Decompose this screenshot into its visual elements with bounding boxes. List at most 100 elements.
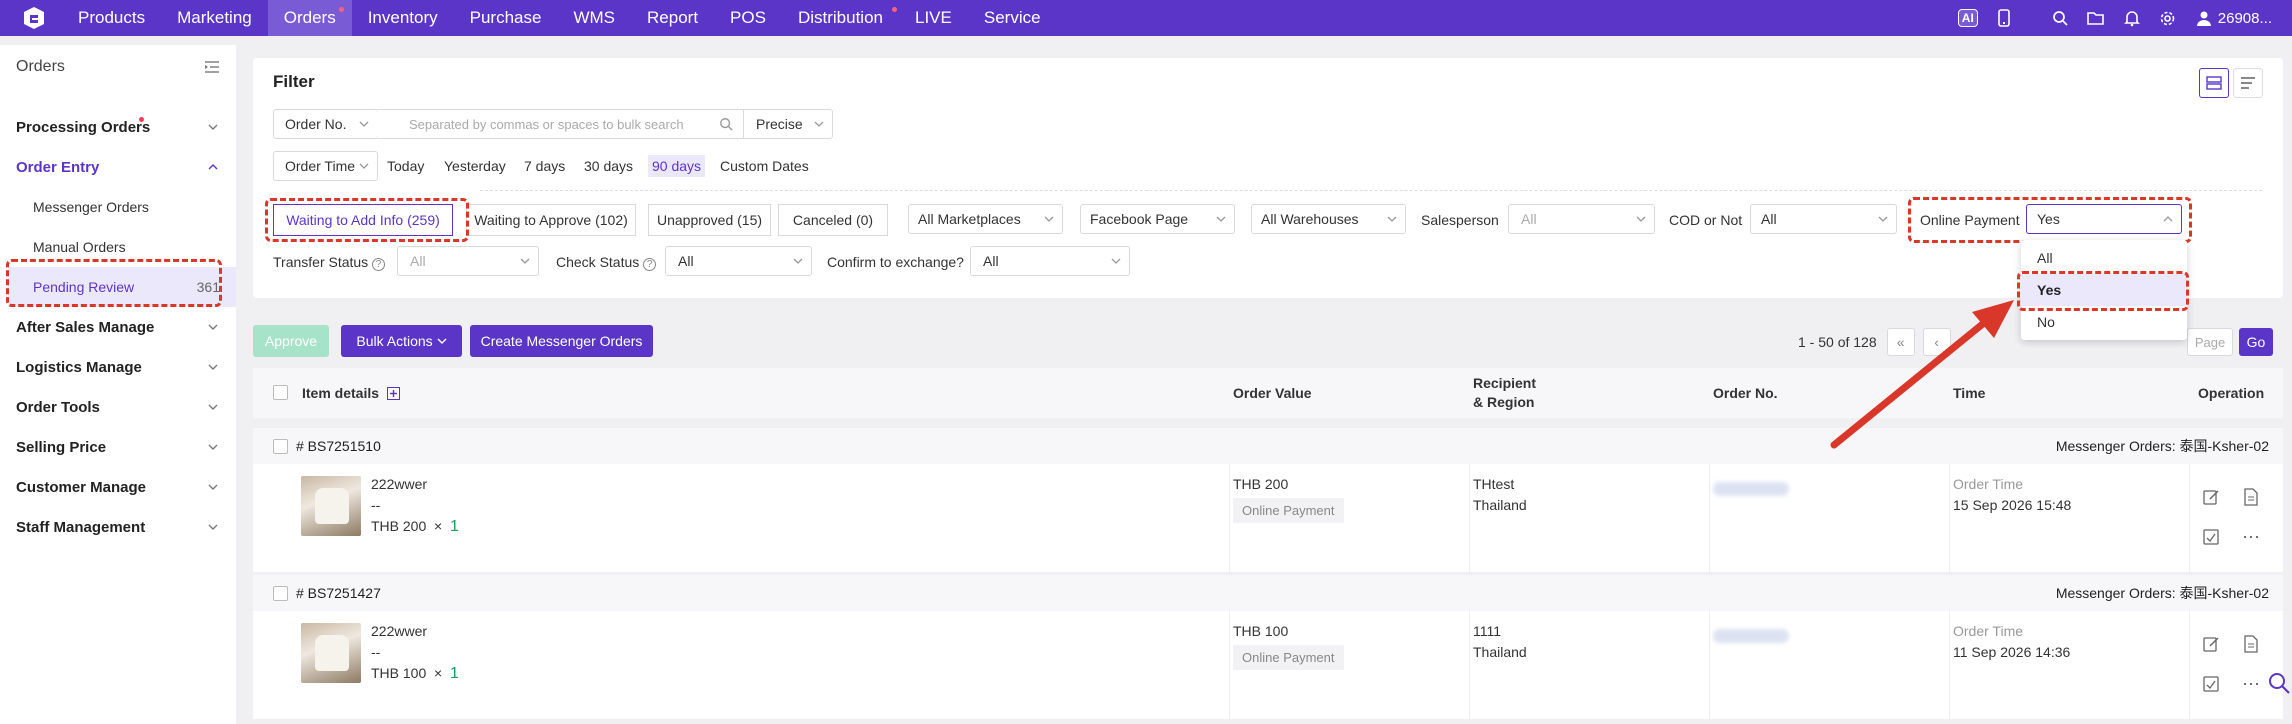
exchange-select[interactable]: All	[970, 246, 1130, 276]
product-image	[315, 488, 349, 524]
select-all-checkbox[interactable]	[273, 385, 288, 400]
sidebar-group-order-tools[interactable]: Order Tools	[0, 387, 236, 427]
sidebar-group-label: Order Entry	[16, 158, 100, 176]
gear-icon[interactable]	[2150, 0, 2186, 36]
order-search-input[interactable]: Separated by commas or spaces to bulk se…	[377, 109, 744, 139]
marketplaces-select[interactable]: All Marketplaces	[908, 204, 1063, 234]
edit-icon[interactable]	[2200, 633, 2222, 655]
facebook-page-value: Facebook Page	[1090, 211, 1189, 227]
recipient-cell: THtest Thailand	[1473, 474, 1527, 516]
quick-date-custom[interactable]: Custom Dates	[720, 158, 809, 174]
sidebar-group-label: Processing Orders	[16, 118, 151, 136]
quick-date-90-days[interactable]: 90 days	[648, 155, 706, 177]
product-thumbnail[interactable]	[301, 623, 361, 683]
salesperson-select[interactable]: All	[1508, 204, 1655, 234]
ai-assistant-icon[interactable]: AI	[1950, 0, 1986, 36]
page-input[interactable]: Page	[2187, 328, 2233, 356]
order-time-select[interactable]: Order Time	[273, 151, 378, 181]
item-info: 222wwer -- THB 100 × 1	[371, 621, 459, 684]
approve-icon[interactable]	[2200, 673, 2222, 695]
check-status-select[interactable]: All	[665, 246, 812, 276]
check-status-label: Check Status ?	[556, 254, 657, 271]
nav-pos[interactable]: POS	[714, 0, 782, 36]
precise-select[interactable]: Precise	[743, 109, 833, 139]
product-thumbnail[interactable]	[301, 476, 361, 536]
sidebar-group-logistics[interactable]: Logistics Manage	[0, 347, 236, 387]
sidebar-group-order-entry[interactable]: Order Entry	[0, 147, 236, 187]
go-button[interactable]: Go	[2239, 328, 2273, 356]
nav-purchase[interactable]: Purchase	[454, 0, 558, 36]
sidebar-group-selling-price[interactable]: Selling Price	[0, 427, 236, 467]
facebook-page-select[interactable]: Facebook Page	[1080, 204, 1235, 234]
document-icon[interactable]	[2240, 633, 2262, 655]
chevron-down-icon	[208, 524, 218, 530]
item-qty: 1	[450, 665, 459, 682]
item-qty: 1	[450, 518, 459, 535]
order-no-select[interactable]: Order No.	[273, 109, 378, 139]
warehouses-value: All Warehouses	[1261, 211, 1359, 227]
nav-wms[interactable]: WMS	[557, 0, 631, 36]
cod-select[interactable]: All	[1750, 204, 1897, 234]
collapse-sidebar-icon[interactable]	[204, 60, 220, 74]
list-view-button[interactable]	[2233, 68, 2263, 98]
col-recipient-line2: & Region	[1473, 394, 1535, 410]
bulk-actions-button[interactable]: Bulk Actions	[341, 325, 462, 357]
item-name: 222wwer	[371, 623, 428, 639]
tab-waiting-to-approve[interactable]: Waiting to Approve (102)	[466, 204, 636, 236]
approve-button[interactable]: Approve	[253, 325, 329, 357]
document-icon[interactable]	[2240, 486, 2262, 508]
nav-service[interactable]: Service	[968, 0, 1057, 36]
item-variant: --	[371, 497, 381, 513]
dropdown-option-all[interactable]: All	[2021, 242, 2187, 274]
order-checkbox[interactable]	[273, 585, 288, 601]
mobile-icon[interactable]	[1986, 0, 2022, 36]
annotation-highlight-tab	[265, 198, 469, 242]
more-options-icon[interactable]: ⋯	[2240, 526, 2262, 548]
order-row: 222wwer -- THB 100 × 1 THB 100 Online Pa…	[253, 611, 2283, 719]
warehouses-select[interactable]: All Warehouses	[1251, 204, 1406, 234]
tab-canceled[interactable]: Canceled (0)	[778, 204, 888, 236]
tab-unapproved[interactable]: Unapproved (15)	[648, 204, 771, 236]
nav-report[interactable]: Report	[631, 0, 714, 36]
order-no-select-value: Order No.	[285, 116, 347, 132]
sidebar-group-after-sales[interactable]: After Sales Manage	[0, 307, 236, 347]
sidebar-group-customer[interactable]: Customer Manage	[0, 467, 236, 507]
create-messenger-orders-button[interactable]: Create Messenger Orders	[470, 325, 653, 357]
nav-orders[interactable]: Orders	[267, 0, 352, 36]
nav-inventory[interactable]: Inventory	[352, 0, 454, 36]
help-icon[interactable]: ?	[372, 258, 386, 271]
item-variant: --	[371, 644, 381, 660]
quick-date-yesterday[interactable]: Yesterday	[444, 158, 506, 174]
nav-live[interactable]: LIVE	[899, 0, 968, 36]
help-icon[interactable]: ?	[643, 258, 657, 271]
folder-icon[interactable]	[2078, 0, 2114, 36]
nav-distribution[interactable]: Distribution	[782, 0, 899, 36]
transfer-status-select[interactable]: All	[397, 246, 539, 276]
chevron-down-icon	[520, 258, 530, 264]
column-divider	[1709, 464, 1710, 572]
approve-icon[interactable]	[2200, 526, 2222, 548]
search-icon[interactable]	[2042, 0, 2078, 36]
sidebar-group-staff[interactable]: Staff Management	[0, 507, 236, 547]
card-view-button[interactable]	[2199, 68, 2229, 98]
quick-date-today[interactable]: Today	[387, 158, 424, 174]
item-price-qty: THB 200 × 1	[371, 516, 459, 537]
nav-orders-label: Orders	[283, 8, 336, 27]
edit-icon[interactable]	[2200, 486, 2222, 508]
nav-marketing[interactable]: Marketing	[161, 0, 268, 36]
nav-products[interactable]: Products	[62, 0, 161, 36]
sidebar-item-messenger-orders[interactable]: Messenger Orders	[0, 187, 236, 227]
sidebar-item-label: Manual Orders	[33, 239, 126, 255]
chevron-down-icon	[359, 121, 369, 127]
sidebar-group-processing-orders[interactable]: Processing Orders	[0, 107, 236, 147]
quick-date-7-days[interactable]: 7 days	[524, 158, 565, 174]
column-divider	[2189, 464, 2190, 572]
user-menu[interactable]: 26908...	[2186, 10, 2292, 27]
more-options-icon[interactable]: ⋯	[2240, 673, 2262, 695]
app-logo-icon[interactable]	[18, 4, 50, 32]
quick-date-30-days[interactable]: 30 days	[584, 158, 633, 174]
zoom-search-icon[interactable]	[2268, 672, 2290, 694]
order-checkbox[interactable]	[273, 438, 288, 454]
bell-icon[interactable]	[2114, 0, 2150, 36]
expand-plus-icon[interactable]	[386, 386, 400, 400]
